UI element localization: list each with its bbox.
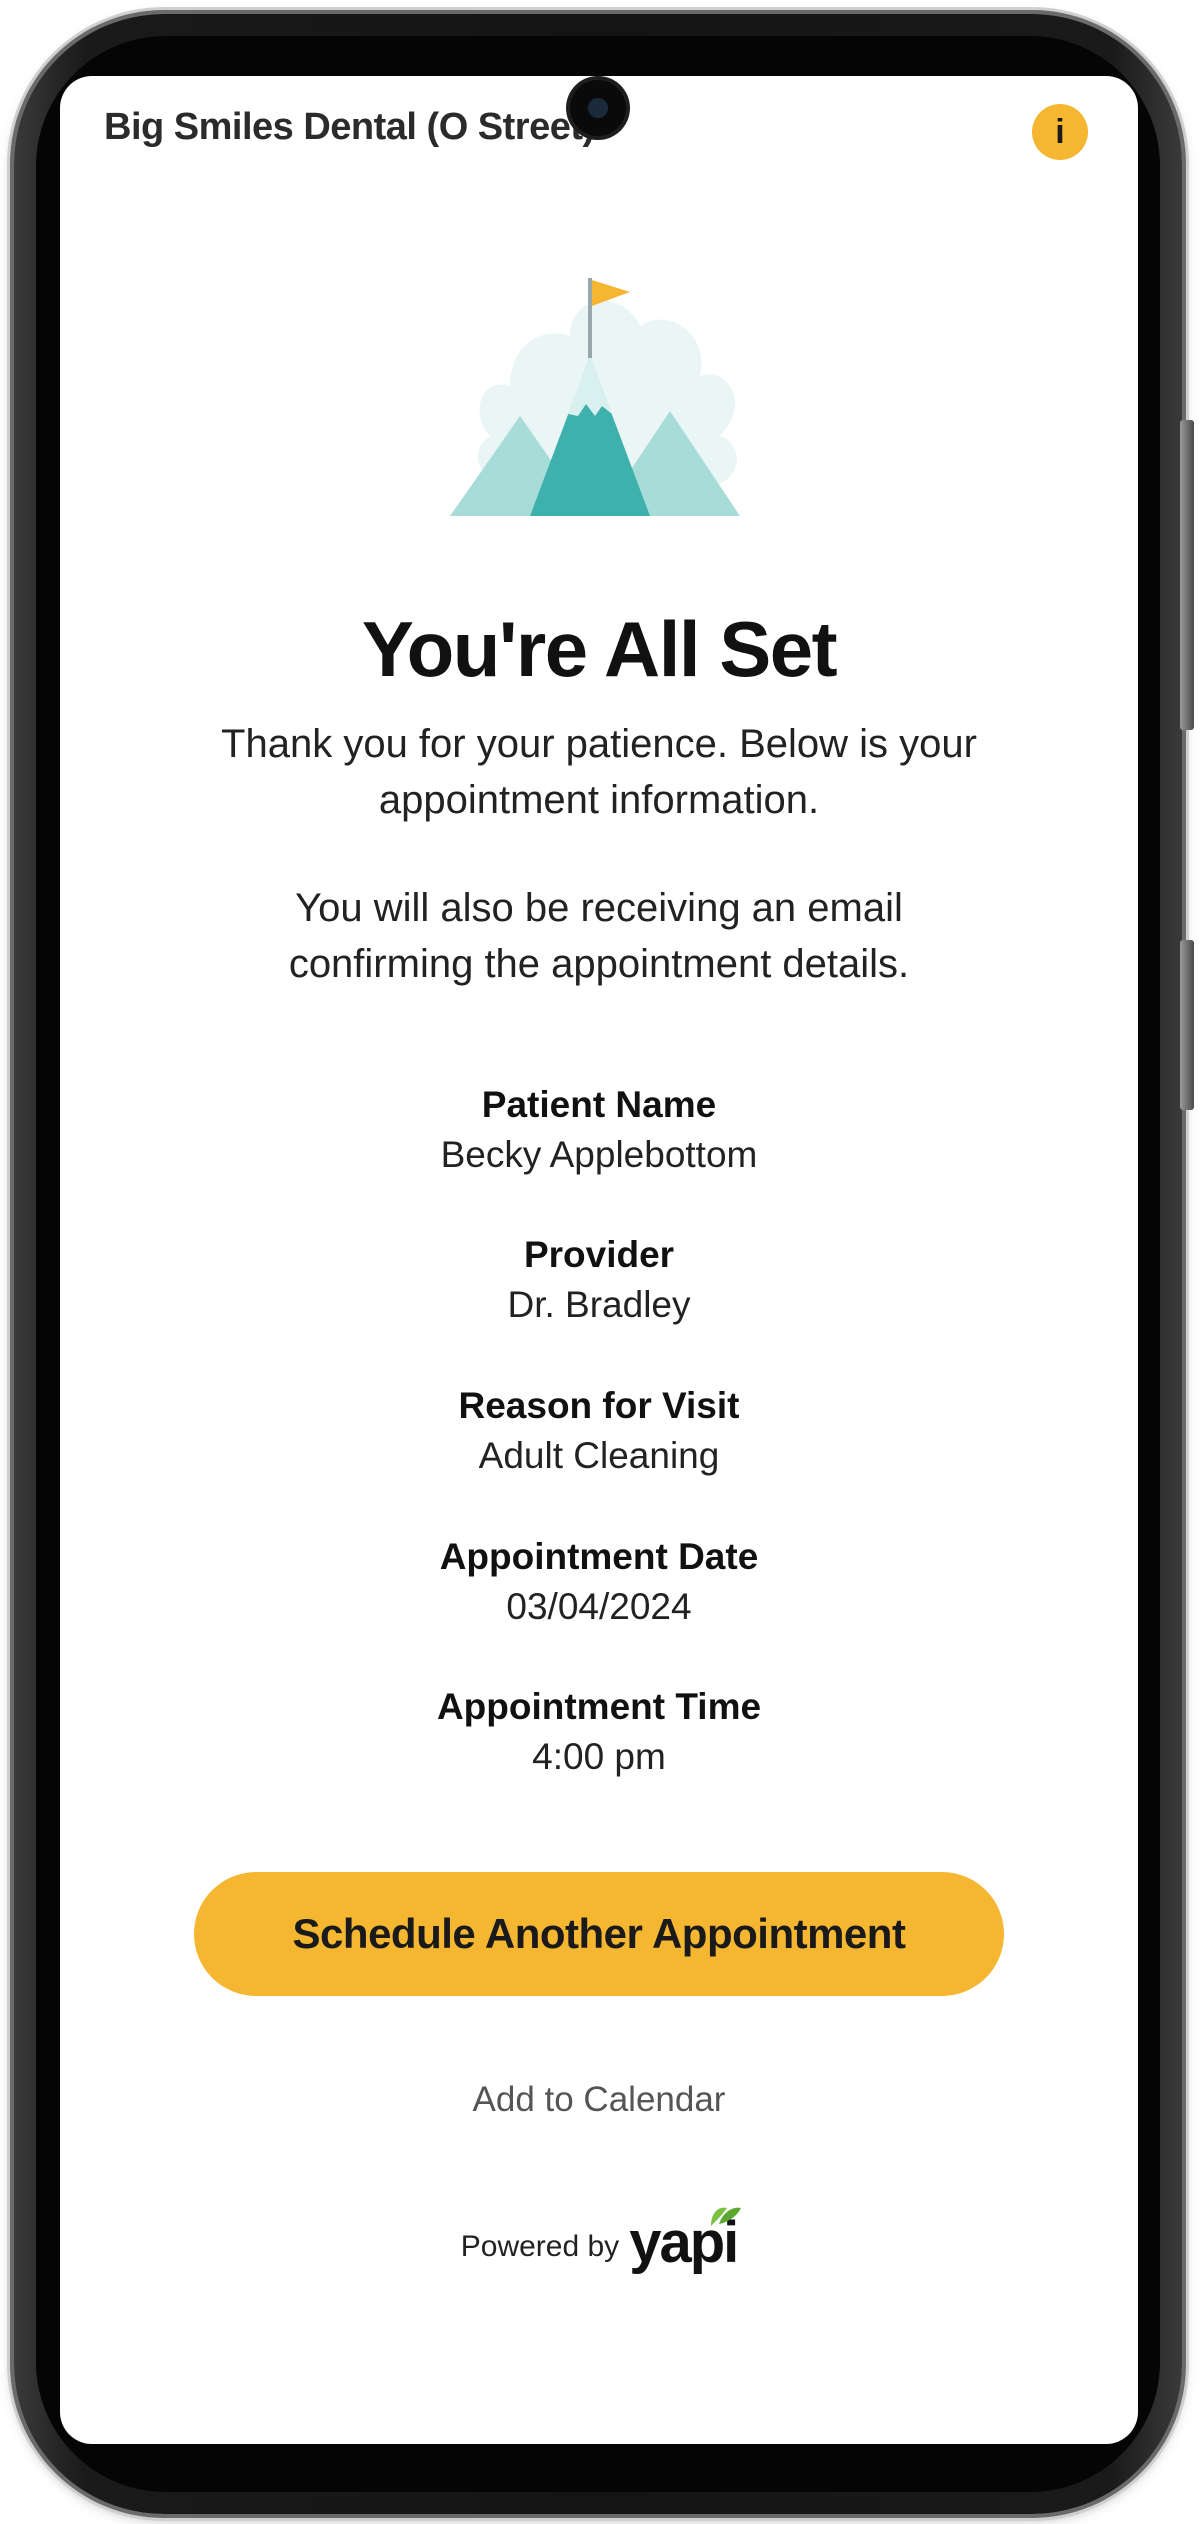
detail-label: Appointment Time — [436, 1686, 762, 1727]
confirmation-message: Thank you for your patience. Below is yo… — [221, 722, 977, 822]
detail-provider: Provider Dr. Bradley — [60, 1230, 1138, 1330]
detail-time: Appointment Time 4:00 pm — [60, 1682, 1138, 1782]
detail-label: Reason for Visit — [458, 1385, 740, 1426]
clinic-name: Big Smiles Dental (O Street) — [104, 106, 595, 148]
front-camera — [570, 80, 626, 136]
detail-patient-name: Patient Name Becky Applebottom — [60, 1080, 1138, 1180]
powered-by-label: Powered by — [460, 2230, 620, 2263]
powered-by: Powered by yapi — [60, 2207, 1138, 2274]
email-notice: You will also be receiving an email conf… — [288, 886, 910, 986]
detail-value: Dr. Bradley — [507, 1284, 691, 1325]
detail-label: Provider — [523, 1234, 675, 1275]
detail-label: Appointment Date — [439, 1536, 759, 1577]
power-button — [1180, 940, 1194, 1110]
schedule-another-appointment-button[interactable]: Schedule Another Appointment — [194, 1872, 1004, 1996]
add-to-calendar-link[interactable]: Add to Calendar — [60, 2080, 1138, 2120]
detail-value: 03/04/2024 — [506, 1586, 692, 1627]
info-glyph: i — [1055, 112, 1065, 151]
detail-label: Patient Name — [481, 1084, 717, 1125]
app-screen: Big Smiles Dental (O Street) i You're Al… — [60, 76, 1138, 2444]
info-icon[interactable]: i — [1032, 104, 1088, 160]
detail-value: 4:00 pm — [532, 1736, 666, 1777]
volume-button — [1180, 420, 1194, 730]
yapi-logo: yapi — [629, 2207, 742, 2274]
detail-date: Appointment Date 03/04/2024 — [60, 1532, 1138, 1632]
page-title: You're All Set — [361, 605, 838, 693]
detail-reason: Reason for Visit Adult Cleaning — [60, 1381, 1138, 1481]
leaf-icon — [711, 2207, 742, 2226]
mountain-flag-illustration — [450, 278, 740, 516]
detail-value: Becky Applebottom — [440, 1134, 758, 1175]
detail-value: Adult Cleaning — [478, 1435, 720, 1476]
